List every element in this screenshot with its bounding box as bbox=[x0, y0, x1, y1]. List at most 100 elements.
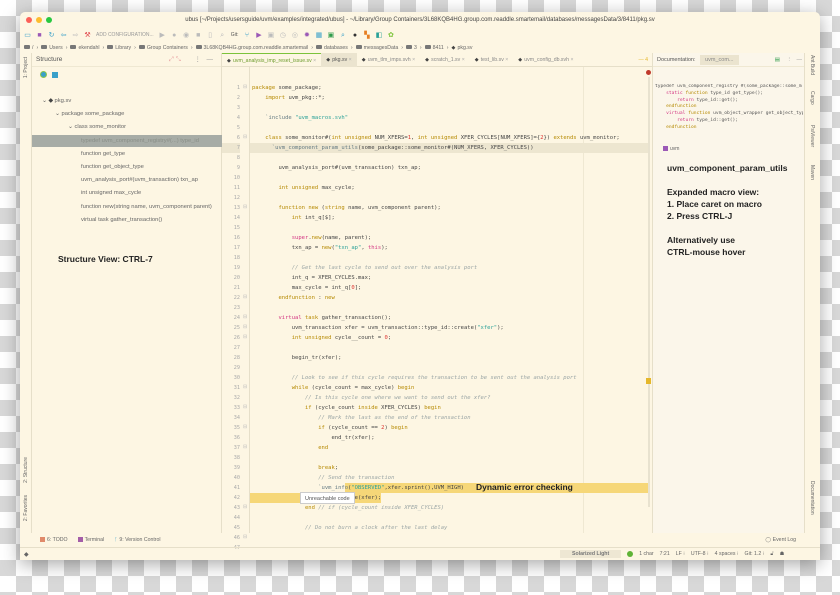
structure-item[interactable]: function new(string name, uvm_component … bbox=[32, 201, 222, 213]
line-number[interactable]: 34 bbox=[222, 413, 240, 423]
fold-marker-icon[interactable]: ⊟ bbox=[243, 134, 247, 140]
android-icon[interactable]: ✿ bbox=[387, 32, 394, 39]
fold-marker-icon[interactable]: ⊟ bbox=[243, 384, 247, 390]
psiviewer-tool-button[interactable]: PsiViewer bbox=[809, 125, 815, 147]
line-number[interactable]: 2 bbox=[222, 93, 240, 103]
file-encoding[interactable]: UTF-8 ⁝ bbox=[691, 551, 709, 557]
theme-indicator[interactable]: Solarized Light bbox=[560, 550, 622, 558]
more-options-icon[interactable]: ⋮ bbox=[787, 53, 793, 67]
structure-item[interactable]: function get_object_type bbox=[32, 161, 222, 173]
git-push-icon[interactable]: ▶ bbox=[255, 32, 262, 39]
line-number[interactable]: 25 bbox=[222, 323, 240, 333]
line-number[interactable]: 36 bbox=[222, 433, 240, 443]
todo-tool-button[interactable]: 6: TODO bbox=[40, 537, 68, 543]
fold-marker-icon[interactable]: ⊟ bbox=[243, 334, 247, 340]
structure-item[interactable]: ⌄ package some_package bbox=[32, 108, 222, 120]
line-number[interactable]: 42 bbox=[222, 493, 240, 503]
show-fields-icon[interactable] bbox=[52, 72, 58, 78]
back-icon[interactable]: ⇦ bbox=[60, 32, 67, 39]
favorites-tool-button[interactable]: 2: Favorites bbox=[23, 495, 29, 521]
terminal-icon[interactable]: ▣ bbox=[327, 32, 335, 39]
fold-marker-icon[interactable]: ⊟ bbox=[243, 314, 247, 320]
zoom-button[interactable] bbox=[46, 17, 52, 23]
line-number[interactable]: 28 bbox=[222, 353, 240, 363]
line-number[interactable]: 38 bbox=[222, 453, 240, 463]
line-number[interactable]: 32 bbox=[222, 393, 240, 403]
indent-setting[interactable]: 4 spaces ⁝ bbox=[715, 551, 739, 557]
git-rollback-icon[interactable]: ◎ bbox=[291, 32, 298, 39]
minimize-button[interactable] bbox=[36, 17, 42, 23]
maven-tool-button[interactable]: Maven bbox=[809, 165, 815, 180]
line-number[interactable]: 23 bbox=[222, 303, 240, 313]
plugin-icon[interactable]: ● bbox=[351, 32, 358, 39]
close-tab-icon[interactable]: × bbox=[411, 57, 415, 63]
line-number[interactable]: 17 bbox=[222, 243, 240, 253]
structure-item[interactable]: virtual task gather_transaction() bbox=[32, 214, 222, 226]
line-number[interactable]: 15 bbox=[222, 223, 240, 233]
line-number[interactable]: 33 bbox=[222, 403, 240, 413]
hide-panel-icon[interactable]: — bbox=[207, 53, 214, 67]
close-tab-icon[interactable]: × bbox=[569, 57, 573, 63]
line-number[interactable]: 14 bbox=[222, 213, 240, 223]
open-icon[interactable]: ▭ bbox=[24, 32, 31, 39]
hide-panel-icon[interactable]: — bbox=[797, 53, 803, 67]
line-number[interactable]: 39 bbox=[222, 463, 240, 473]
find-icon[interactable]: ⌕ bbox=[219, 32, 226, 39]
line-number[interactable]: 35 bbox=[222, 423, 240, 433]
close-tab-icon[interactable]: × bbox=[460, 57, 465, 63]
breadcrumb-item[interactable]: Group Containers bbox=[138, 44, 188, 51]
fold-marker-icon[interactable]: ⊟ bbox=[243, 404, 247, 410]
structure-item[interactable]: int unsigned max_cycle bbox=[32, 187, 222, 199]
line-number[interactable]: 41 bbox=[222, 483, 240, 493]
breadcrumb-item[interactable]: databases bbox=[315, 44, 348, 51]
editor-scrollbar[interactable] bbox=[648, 77, 650, 507]
breadcrumb-item[interactable]: 8411 bbox=[424, 44, 444, 51]
breadcrumb-item[interactable]: messagesData bbox=[355, 44, 398, 51]
expand-all-icon[interactable]: ⤢ ⤡ bbox=[169, 53, 181, 67]
line-number[interactable]: 31 bbox=[222, 383, 240, 393]
breadcrumb-item[interactable]: 3 bbox=[405, 44, 417, 51]
line-number[interactable]: 7 bbox=[222, 143, 240, 153]
fold-marker-icon[interactable]: ⊟ bbox=[243, 294, 247, 300]
git-branch[interactable]: Git: 1.2 ⁝ bbox=[745, 551, 765, 557]
close-tab-icon[interactable]: × bbox=[312, 58, 316, 64]
documentation-tool-button[interactable]: Documentation bbox=[809, 481, 815, 515]
sync-icon[interactable]: ↻ bbox=[48, 32, 55, 39]
save-icon[interactable]: ■ bbox=[36, 32, 43, 39]
line-number[interactable]: 4 bbox=[222, 113, 240, 123]
line-number[interactable]: 43 bbox=[222, 503, 240, 513]
line-separator[interactable]: LF ⁝ bbox=[676, 551, 685, 557]
event-log-button[interactable]: ◯ Event Log bbox=[765, 537, 796, 543]
structure-item[interactable]: typedef uvm_component_registry#(...) typ… bbox=[32, 134, 222, 147]
breadcrumb-item[interactable]: ekendahl bbox=[70, 44, 100, 51]
inspector-icon[interactable]: ☗ bbox=[780, 551, 785, 557]
line-number[interactable]: 16 bbox=[222, 233, 240, 243]
line-number[interactable]: 40 bbox=[222, 473, 240, 483]
git-update-icon[interactable]: ⑂ bbox=[243, 32, 250, 39]
line-number[interactable]: 18 bbox=[222, 253, 240, 263]
layout-icon[interactable]: ◧ bbox=[375, 32, 383, 39]
breadcrumb-item[interactable]: / bbox=[24, 44, 33, 51]
line-number[interactable]: 12 bbox=[222, 193, 240, 203]
structure-item[interactable]: ⌄ class some_monitor bbox=[32, 121, 222, 133]
line-number[interactable]: 26 bbox=[222, 333, 240, 343]
fold-marker-icon[interactable]: ⊟ bbox=[243, 204, 247, 210]
build-icon[interactable]: ⚒ bbox=[84, 32, 91, 39]
line-number[interactable]: 29 bbox=[222, 363, 240, 373]
grid-icon[interactable]: ▚ bbox=[363, 32, 370, 39]
line-number[interactable]: 37 bbox=[222, 443, 240, 453]
close-tab-icon[interactable]: × bbox=[504, 57, 508, 63]
cargo-tool-button[interactable]: Cargo bbox=[809, 91, 815, 105]
tab-scratch_1-sv[interactable]: ◆ scratch_1.sv × bbox=[420, 53, 470, 67]
terminal-tool-button[interactable]: Terminal bbox=[77, 537, 104, 543]
tab-uvm_analysis_imp_reset_issue-sv[interactable]: ◆ uvm_analysis_imp_reset_issue.sv × bbox=[222, 52, 322, 67]
structure-item[interactable]: uvm_analysis_port#(uvm_transaction) txn_… bbox=[32, 174, 222, 186]
tab-pkg-sv[interactable]: ◆ pkg.sv × bbox=[321, 52, 357, 67]
line-number[interactable]: 20 bbox=[222, 273, 240, 283]
line-number[interactable]: 45 bbox=[222, 523, 240, 533]
line-number[interactable]: 5 bbox=[222, 123, 240, 133]
fold-marker-icon[interactable]: ⊟ bbox=[243, 424, 247, 430]
structure-item[interactable]: ⌄ ◆ pkg.sv bbox=[32, 95, 222, 107]
close-button[interactable] bbox=[26, 17, 32, 23]
lock-icon[interactable]: 🔓︎ bbox=[770, 551, 773, 558]
